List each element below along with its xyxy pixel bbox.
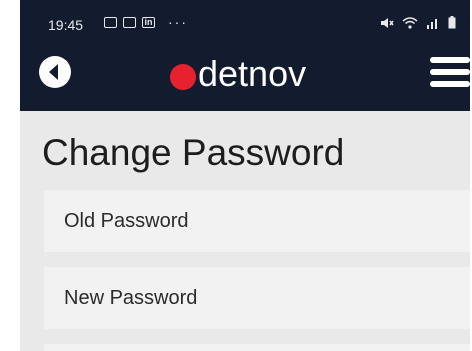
page-title: Change Password: [42, 132, 345, 173]
brand-name: detnov: [198, 53, 307, 94]
menu-line: [430, 81, 470, 87]
menu-line: [430, 57, 470, 63]
status-notification-icons: in: [104, 17, 155, 28]
menu-button[interactable]: [430, 57, 470, 91]
app-header: 19:45 in ··· detnov: [20, 0, 470, 111]
linkedin-icon: in: [142, 17, 155, 28]
mute-icon: [381, 17, 394, 28]
new-password-field[interactable]: New Password: [44, 267, 470, 329]
app-screen: 19:45 in ··· detnov Change Password Old …: [20, 0, 470, 351]
wifi-icon: [402, 16, 418, 29]
brand-logo: detnov: [170, 53, 307, 94]
status-system-icons: [380, 16, 456, 29]
status-more: ···: [168, 14, 188, 30]
image-icon: [104, 17, 117, 28]
status-time: 19:45: [48, 17, 84, 33]
battery-icon: [448, 16, 456, 29]
message-icon: [123, 17, 136, 28]
status-bar: 19:45 in ···: [20, 0, 470, 48]
back-button[interactable]: [38, 55, 72, 89]
old-password-field[interactable]: Old Password: [44, 190, 470, 252]
brand-dot: [170, 64, 196, 90]
menu-line: [430, 69, 470, 75]
next-field[interactable]: [44, 344, 470, 351]
signal-icon: [427, 18, 437, 29]
